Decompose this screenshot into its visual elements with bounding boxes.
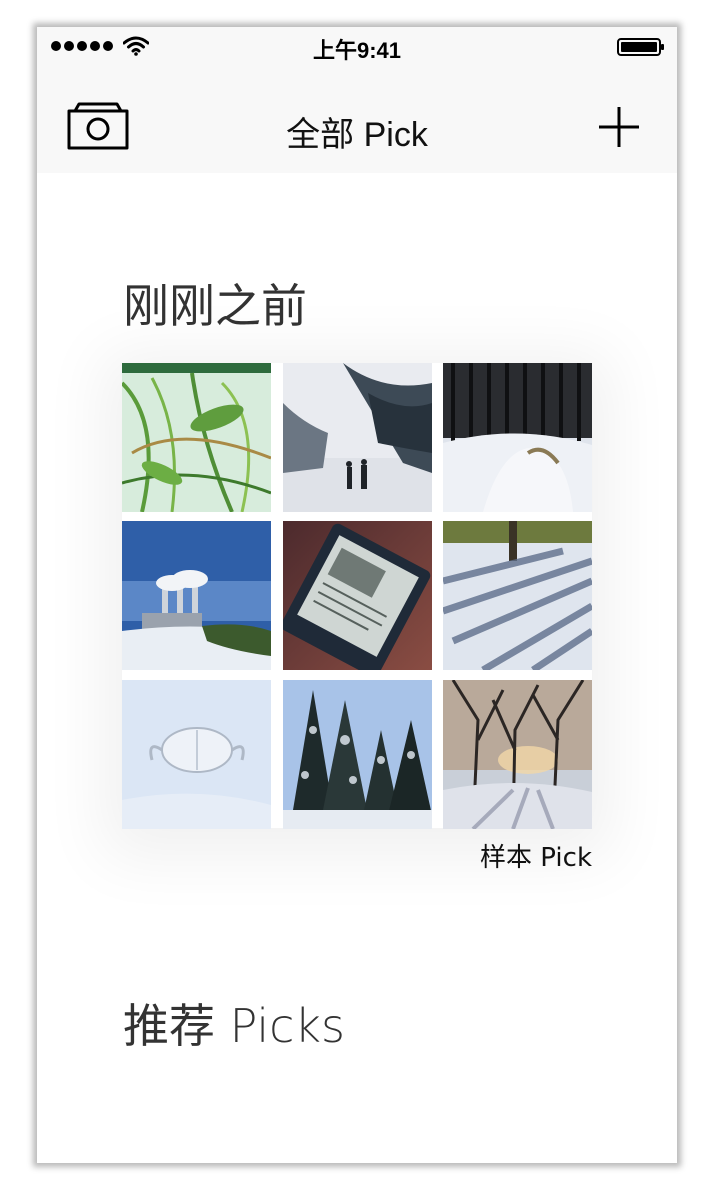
- status-time: 上午9:41: [312, 38, 402, 63]
- section-title-recent: 刚刚之前: [123, 279, 307, 333]
- battery-icon: [617, 38, 664, 56]
- sample-pick-card[interactable]: [122, 363, 592, 829]
- plus-icon[interactable]: [597, 105, 641, 149]
- iron-fence-snow-photo[interactable]: [443, 363, 592, 512]
- mask-in-snow-photo[interactable]: [122, 680, 271, 829]
- snowy-road-walkers-photo[interactable]: [283, 363, 432, 512]
- navigation-bar: 全部 Pick: [37, 67, 677, 173]
- tree-shadows-snow-photo[interactable]: [443, 521, 592, 670]
- sunset-bare-trees-photo[interactable]: [443, 680, 592, 829]
- section-title-recommended: 推荐 Picks: [123, 999, 346, 1053]
- pick-label: 样本 Pick: [480, 843, 592, 873]
- phone-screen: 上午9:41 全部 Pick 刚刚之前 样本 Pick 推荐 Picks: [37, 27, 677, 1163]
- grass-in-snow-photo[interactable]: [122, 363, 271, 512]
- pine-trees-snow-photo[interactable]: [283, 680, 432, 829]
- status-bar: 上午9:41: [37, 27, 677, 67]
- kindle-reader-photo[interactable]: [283, 521, 432, 670]
- power-plant-skyline-photo[interactable]: [122, 521, 271, 670]
- page-title: 全部 Pick: [286, 116, 428, 154]
